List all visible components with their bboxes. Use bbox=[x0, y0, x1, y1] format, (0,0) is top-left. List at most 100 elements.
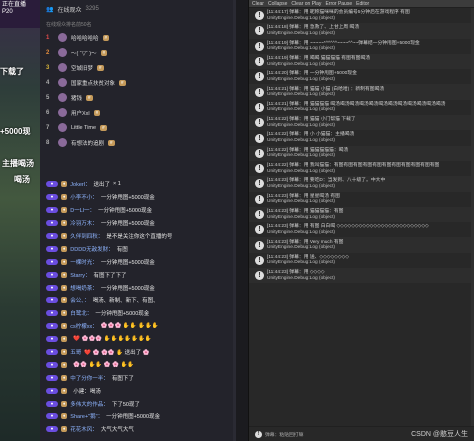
rank-row[interactable]: 7 Little Time # bbox=[40, 120, 236, 135]
log-stacktrace: UnityEngine.Debug:Log (object) bbox=[267, 229, 335, 235]
rank-row[interactable]: 5 猪钱 # bbox=[40, 90, 236, 105]
chat-message[interactable]: ● ♦ 久伴到四秋： 是不是关注你这个直播的号 bbox=[40, 230, 236, 243]
rank-row[interactable]: 4 国家重点扶贫对象 # bbox=[40, 75, 236, 90]
clear-on-play-button[interactable]: Clear on Play bbox=[291, 1, 321, 7]
chat-username[interactable]: cs柠檬xx： bbox=[70, 322, 98, 330]
chat-username[interactable]: DDDD无敌发财： bbox=[70, 245, 113, 253]
chat-message[interactable]: ● ♦ 五哥 ❤️ 🌸 🌸🌸 ✋ 送出了 🌸 bbox=[40, 346, 236, 359]
chat-username[interactable]: 久伴到四秋： bbox=[70, 232, 103, 240]
console-log-entry[interactable]: ! [11:44:23] 弹幕：用 ◇◇◇◇ UnityEngine.Debug:L… bbox=[249, 268, 474, 284]
chat-message[interactable]: ● ♦ ❤️ 🌸🌸🌸 ✋✋✋✋✋✋✋ bbox=[40, 333, 236, 346]
info-icon: ! bbox=[255, 57, 264, 67]
console-log-entry[interactable]: ! [11:44:21] 弹幕：用 猫猫 小猫 (白哈哈) ：新制有图喝汤 Unit… bbox=[249, 84, 474, 100]
chat-message[interactable]: ● ♦ 小建：喝汤 bbox=[40, 384, 236, 397]
console-log-entry[interactable]: ! [11:44:22] 弹幕：用 猫猫 小门帮猫 下载了 UnityEngine.… bbox=[249, 115, 474, 131]
chat-username[interactable]: D一Ll一： bbox=[70, 206, 95, 214]
editor-dropdown[interactable]: Editor bbox=[356, 1, 369, 7]
info-icon: ! bbox=[255, 41, 264, 51]
error-pause-button[interactable]: Error Pause bbox=[325, 1, 352, 7]
chat-message[interactable]: ● ♦ 多伟大的作品： 下了50现了 bbox=[40, 397, 236, 410]
console-toolbar: Clear Collapse Clear on Play Error Pause… bbox=[249, 0, 474, 8]
rank-number: 6 bbox=[46, 109, 50, 116]
level-badge: ● bbox=[46, 258, 58, 265]
chat-message[interactable]: ● ♦ Jokerl： 送出了 × 1 bbox=[40, 178, 236, 191]
chat-message[interactable]: ● ♦ cs柠檬xx： 🌸🌸🌸 ✋✋ ✋✋✋ bbox=[40, 320, 236, 333]
level-badge: ● bbox=[46, 233, 58, 239]
console-log-entry[interactable]: ! [11:44:23] 弹幕：用 猫猫猫猫：有图 UnityEngine.Debu… bbox=[249, 206, 474, 223]
chat-username[interactable]: 白鹭北： bbox=[70, 309, 92, 317]
rank-row[interactable]: 1 哈哈哈哈哈 # bbox=[40, 30, 236, 45]
chat-username[interactable]: Share+"鹅"： bbox=[70, 412, 103, 420]
chat-message[interactable]: ● ♦ 🌸🌸 ✋✋ 🌸 🌸 ✋✋ bbox=[40, 358, 236, 371]
chat-message[interactable]: ● ♦ Share+"鹅"： 一分钟甩图+5000现金 bbox=[40, 410, 236, 423]
chat-username[interactable]: Starry： bbox=[70, 271, 90, 279]
chat-message[interactable]: ● ♦ D一Ll一： 一分钟甩图+5000现金 bbox=[40, 204, 236, 217]
fan-badge: ♦ bbox=[61, 207, 68, 214]
console-log-entry[interactable]: ! [11:44:23] 弹幕：用 Very much 有图 UnityEngine… bbox=[249, 237, 474, 253]
chat-message[interactable]: ● ♦ 冷羽万木： 一分钟甩图+5000现金 bbox=[40, 217, 236, 230]
fan-badge: ♦ bbox=[61, 413, 68, 420]
chat-message[interactable]: ● ♦ 小李不小： 一分钟甩图+5000现金 bbox=[40, 191, 236, 204]
chat-message[interactable]: ● ♦ 会公、： 喝汤、新制、新下、有图、 bbox=[40, 294, 236, 307]
rank-row[interactable]: 2 ～( ˘▽˘ )～ # bbox=[40, 45, 236, 60]
info-icon: ! bbox=[255, 118, 264, 128]
avatar bbox=[58, 78, 67, 87]
fan-badge: ♦ bbox=[61, 400, 68, 407]
avatar bbox=[58, 138, 67, 147]
fan-badge: # bbox=[108, 139, 115, 146]
chat-username[interactable]: 会公、： bbox=[70, 296, 89, 304]
collapse-button[interactable]: Collapse bbox=[268, 1, 287, 7]
chat-message[interactable]: ● ♦ 想喝奶茶： 一分钟甩图+5000现金 bbox=[40, 281, 236, 294]
clear-button[interactable]: Clear bbox=[252, 1, 264, 7]
chat-username[interactable]: 冷羽万木： bbox=[70, 219, 98, 227]
rank-username: Little Time bbox=[71, 124, 97, 131]
chat-message[interactable]: ● ♦ 一棵时光： 一分钟甩图+5000现金 bbox=[40, 255, 236, 268]
chat-text: 🌸🌸 ✋✋ 🌸 🌸 ✋✋ bbox=[73, 361, 135, 368]
chat-text: 是不是关注你这个直播的号 bbox=[106, 234, 173, 240]
rank-row[interactable]: 6 用户Xxl # bbox=[40, 105, 236, 120]
rank-row[interactable]: 8 有想法的追剧 # bbox=[40, 135, 236, 150]
log-stacktrace: UnityEngine.Debug:Log (object) bbox=[267, 76, 335, 82]
watermark: CSDN @憨豆人生 bbox=[411, 431, 468, 438]
console-log-entry[interactable]: ! [11:44:23] 弹幕：用 有图 白白喝 ◇◇◇◇◇◇◇◇◇◇◇◇◇◇◇◇… bbox=[249, 222, 474, 237]
chat-username[interactable]: 想喝奶茶： bbox=[70, 284, 98, 292]
console-log-entry[interactable]: ! [11:44:23] 弹幕：用 星星喝汤 有图 UnityEngine.Debu… bbox=[249, 192, 474, 207]
info-icon: ! bbox=[255, 179, 264, 189]
live-video-preview[interactable]: 正在直播 P20 下载了 +5000现 主播喝汤 喝汤 bbox=[0, 0, 40, 441]
chat-username[interactable]: 多伟大的作品： bbox=[70, 400, 109, 408]
chat-message[interactable]: ● ♦ DDDD无敌发财： 有图 bbox=[40, 242, 236, 255]
chat-username[interactable]: Jokerl： bbox=[70, 180, 90, 188]
live-chat-panel: 👥 在线观众 3295 在线观众排名前50名 1 哈哈哈哈哈 #2 ～( ˘▽˘ )～… bbox=[40, 0, 236, 441]
chat-username[interactable]: 中了分你一半： bbox=[70, 374, 109, 382]
console-log-entry[interactable]: ! [11:44:20] 弹幕：用 一分钟甩图+5000现金 UnityEngine… bbox=[249, 69, 474, 84]
rank-number: 3 bbox=[46, 64, 50, 71]
chat-message[interactable]: ● ♦ 花花木风： 大气大气大气 bbox=[40, 423, 236, 436]
level-badge: ● bbox=[46, 323, 58, 330]
fan-badge: ♦ bbox=[61, 245, 68, 252]
log-stacktrace: UnityEngine.Debug:Log (object) bbox=[267, 107, 335, 113]
console-log-entry[interactable]: ! [11:44:23] 弹幕：用 要吃D：当发到、八十级了。中大中 UnityEn… bbox=[249, 176, 474, 192]
console-log-entry[interactable]: ! [11:44:18] 弹幕：用 急救了、上甘上周 喝汤 UnityEngine.… bbox=[249, 23, 474, 39]
console-log-entry[interactable]: ! [11:44:21] 弹幕：用 猫猫猫猫 喝汤喝汤喝汤喝汤喝汤喝汤喝汤喝汤喝汤… bbox=[249, 100, 474, 115]
chat-username[interactable]: 花花木风： bbox=[70, 425, 98, 433]
console-log-entry[interactable]: ! [11:44:17] 弹幕：用 昵称猫咪咪的会员编号5分钟后在游戏程序 有图 U… bbox=[249, 8, 474, 23]
fan-badge: ♦ bbox=[61, 374, 68, 381]
level-badge: ● bbox=[46, 181, 58, 188]
console-log-entry[interactable]: ! [11:44:19] 弹幕：用 喝喝 猫猫猫猫 有图有图喝汤 UnityEngi… bbox=[249, 53, 474, 70]
rank-username: 哈哈哈哈哈 bbox=[71, 35, 99, 42]
chat-username[interactable]: 五哥 bbox=[70, 348, 81, 356]
console-log-entry[interactable]: ! [11:44:22] 弹幕：用 猫猫猫猫猫：喝汤 UnityEngine.Deb… bbox=[249, 145, 474, 161]
fan-badge: ♦ bbox=[61, 349, 68, 356]
chat-username[interactable]: 一棵时光： bbox=[70, 258, 98, 266]
level-badge: ● bbox=[46, 426, 58, 433]
console-log-entry[interactable]: ! [11:44:19] 弹幕：用 ~~~~~*^^^^^~~~~^^~~弹幕结一… bbox=[249, 39, 474, 54]
chat-message[interactable]: ● ♦ 中了分你一半： 有图下了 bbox=[40, 371, 236, 384]
console-log-entry[interactable]: ! [11:44:22] 弹幕：用 小 小猫猫：主播喝汤 UnityEngine.D… bbox=[249, 130, 474, 145]
log-stacktrace: UnityEngine.Debug:Log (object) bbox=[267, 183, 335, 189]
chat-message[interactable]: ● ♦ Starry： 有图下了下了 bbox=[40, 268, 236, 281]
chat-message[interactable]: ● ♦ 白鹭北： 一分钟甩图+5000现金 bbox=[40, 307, 236, 320]
console-log-entry[interactable]: ! [11:44:23] 弹幕：用 送、◇◇◇◇◇◇◇◇ UnityEngine.D… bbox=[249, 253, 474, 268]
chat-username[interactable]: 小李不小： bbox=[70, 193, 98, 201]
rank-row[interactable]: 3 空城旧梦 # bbox=[40, 60, 236, 75]
console-log-entry[interactable]: ! [11:44:22] 弹幕：用 我叫猫猫：有图有图有图有图有图有图有图有图有图… bbox=[249, 161, 474, 176]
